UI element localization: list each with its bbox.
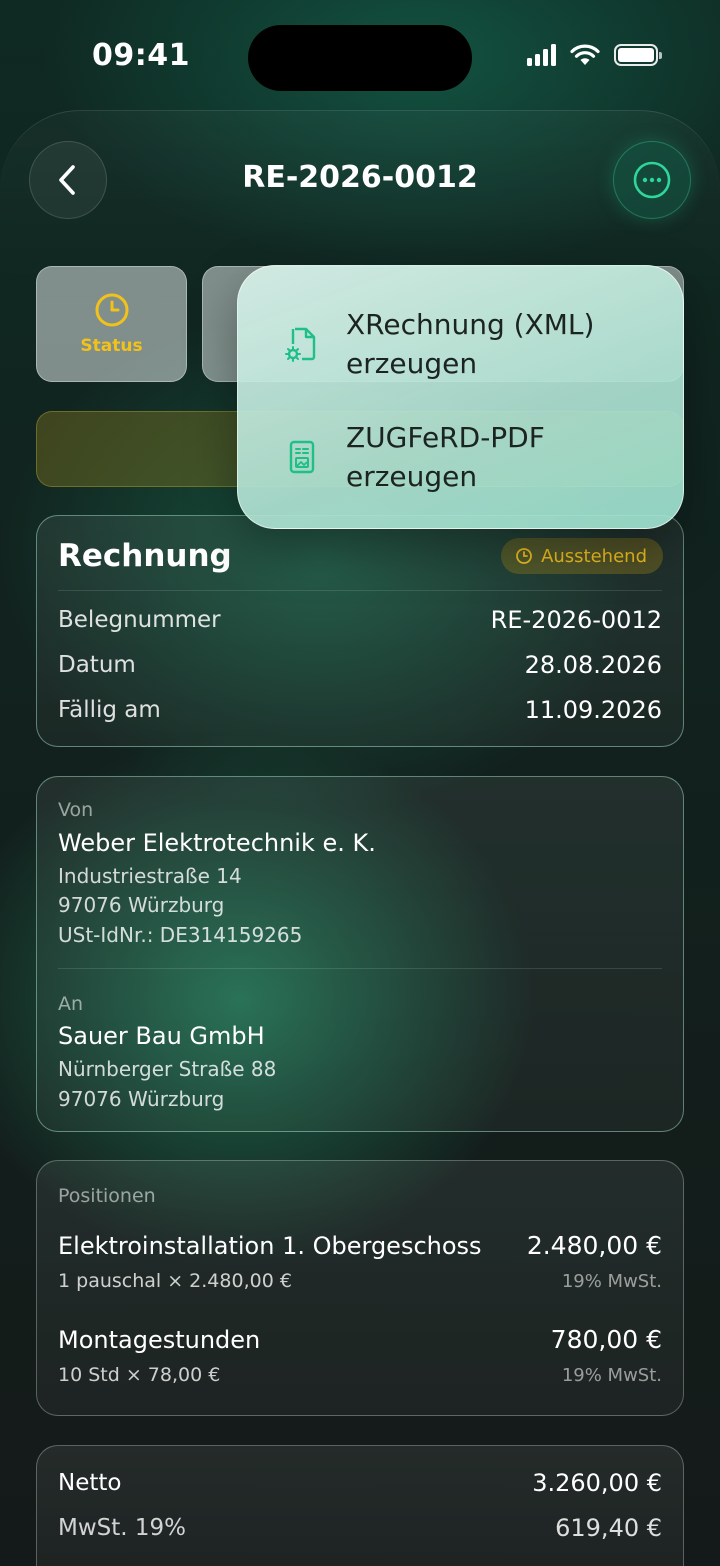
doc-number-label: Belegnummer bbox=[58, 607, 221, 633]
items-caption: Positionen bbox=[58, 1185, 156, 1207]
more-horizontal-icon bbox=[633, 161, 671, 199]
item-tax: 19% MwSt. bbox=[561, 1365, 662, 1386]
divider bbox=[58, 968, 662, 969]
document-image-icon bbox=[289, 440, 315, 473]
divider bbox=[58, 590, 662, 591]
status-icons bbox=[527, 44, 662, 66]
status-time: 09:41 bbox=[92, 38, 190, 73]
clock-icon bbox=[516, 548, 532, 564]
menu-item-zugferd[interactable]: ZUGFeRD-PDF erzeugen bbox=[238, 399, 685, 514]
vat-label: MwSt. 19% bbox=[58, 1515, 187, 1541]
export-menu: XRechnung (XML) erzeugen ZUGFeRD-PDF erz… bbox=[237, 265, 684, 529]
menu-item-label: ZUGFeRD-PDF erzeugen bbox=[346, 420, 545, 493]
invoice-title: Rechnung bbox=[58, 538, 232, 574]
more-options-button[interactable] bbox=[613, 141, 691, 219]
date-value: 28.08.2026 bbox=[524, 651, 662, 679]
from-city: 97076 Würzburg bbox=[58, 893, 225, 917]
doc-number-value: RE-2026-0012 bbox=[490, 606, 662, 634]
from-name: Weber Elektrotechnik e. K. bbox=[58, 829, 376, 857]
clock-icon bbox=[95, 293, 128, 327]
to-caption: An bbox=[58, 993, 84, 1015]
item-detail: 10 Std × 78,00 € bbox=[58, 1364, 221, 1386]
from-vat-id: USt-IdNr.: DE314159265 bbox=[58, 923, 303, 947]
to-street: Nürnberger Straße 88 bbox=[58, 1057, 277, 1081]
item-detail: 1 pauschal × 2.480,00 € bbox=[58, 1270, 292, 1292]
dynamic-island bbox=[248, 25, 472, 91]
line-items-card: Positionen Elektroinstallation 1. Oberge… bbox=[36, 1160, 684, 1416]
vat-value: 619,40 € bbox=[555, 1514, 662, 1542]
item-price: 2.480,00 € bbox=[526, 1231, 662, 1260]
item-tax: 19% MwSt. bbox=[561, 1271, 662, 1292]
item-price: 780,00 € bbox=[550, 1325, 662, 1354]
totals-card: Netto 3.260,00 € MwSt. 19% 619,40 € bbox=[36, 1445, 684, 1566]
menu-item-xrechnung[interactable]: XRechnung (XML) erzeugen bbox=[238, 286, 685, 401]
to-city: 97076 Würzburg bbox=[58, 1087, 225, 1111]
page-title: RE-2026-0012 bbox=[242, 160, 478, 195]
status-badge: Ausstehend bbox=[501, 538, 663, 574]
due-date-label: Fällig am bbox=[58, 697, 161, 723]
file-gear-icon bbox=[285, 327, 316, 362]
status-badge-label: Ausstehend bbox=[541, 545, 647, 567]
status-action-label: Status bbox=[80, 336, 143, 356]
net-label: Netto bbox=[58, 1470, 122, 1496]
parties-card: Von Weber Elektrotechnik e. K. Industrie… bbox=[36, 776, 684, 1132]
invoice-card: Rechnung Ausstehend Belegnummer RE-2026-… bbox=[36, 515, 684, 747]
item-name: Montagestunden bbox=[58, 1326, 261, 1354]
from-caption: Von bbox=[58, 799, 94, 821]
status-action-tile[interactable]: Status bbox=[36, 266, 187, 382]
battery-icon bbox=[614, 44, 662, 66]
from-street: Industriestraße 14 bbox=[58, 864, 242, 888]
date-label: Datum bbox=[58, 652, 136, 678]
to-name: Sauer Bau GmbH bbox=[58, 1022, 265, 1050]
menu-item-label: XRechnung (XML) erzeugen bbox=[346, 307, 595, 380]
wifi-icon bbox=[570, 44, 600, 65]
net-value: 3.260,00 € bbox=[532, 1469, 662, 1497]
due-date-value: 11.09.2026 bbox=[524, 696, 662, 724]
item-name: Elektroinstallation 1. Obergeschoss bbox=[58, 1232, 482, 1260]
cellular-signal-icon bbox=[527, 44, 556, 66]
